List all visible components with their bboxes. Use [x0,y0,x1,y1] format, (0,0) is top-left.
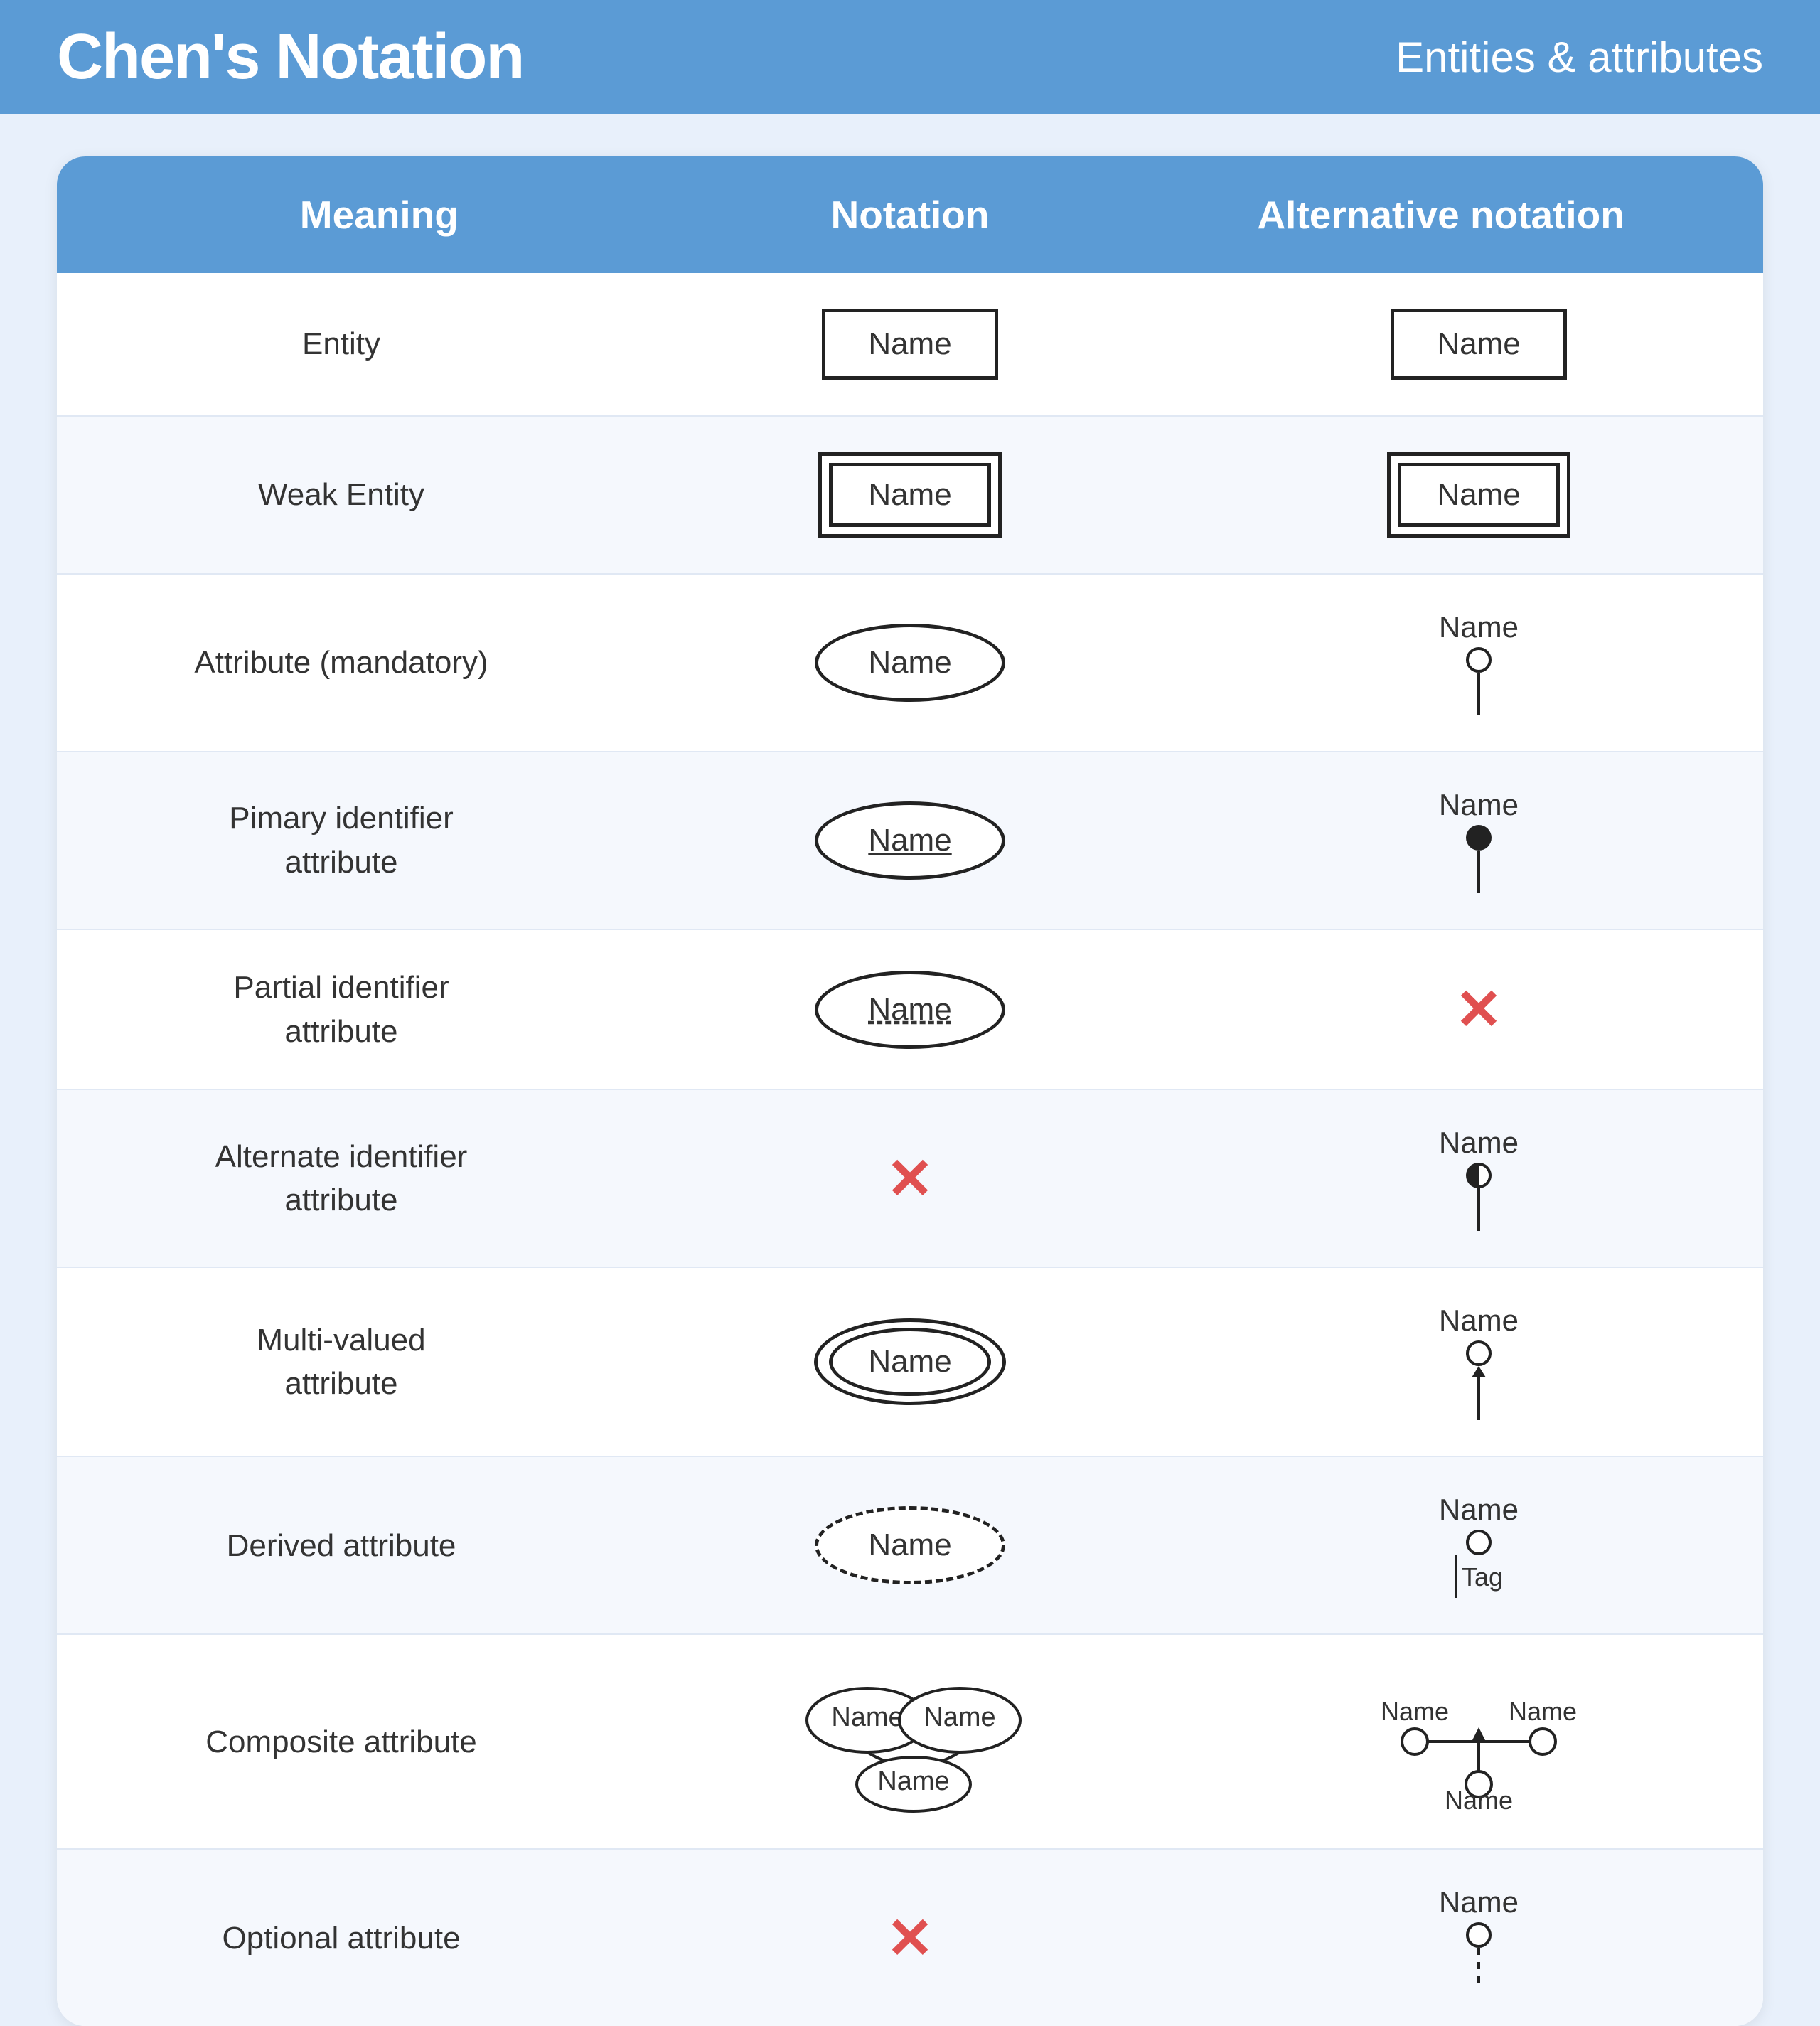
alt-label: Name [1439,1303,1519,1338]
col-meaning: Meaning [114,192,645,238]
table-row: Derived attribute Name Name Tag [57,1457,1763,1635]
ellipse-partial: Name [815,971,1005,1049]
vert-line [1455,1555,1457,1598]
circle-open-optional [1466,1922,1492,1948]
weak-entity-outer: Name [818,452,1001,538]
notation-derived: Name [626,1492,1194,1599]
notation-multival: Name [626,1304,1194,1419]
notation-optional: ✕ [626,1891,1194,1985]
alt-derived: Name Tag [1194,1478,1763,1612]
svg-text:Name: Name [877,1766,949,1796]
alt-label: Name [1439,1126,1519,1160]
alt-circle-dashed: Name [1439,1885,1519,1990]
table-row: Weak Entity Name Name [57,417,1763,575]
circle-open-derived [1466,1530,1492,1555]
ellipse-primary: Name [815,801,1005,880]
arrow-up [1472,1366,1486,1377]
alt-primary-id: Name [1194,774,1763,907]
vert-line [1477,673,1480,715]
meaning-composite: Composite attribute [57,1707,626,1776]
red-x-optional: ✕ [886,1905,933,1971]
svg-text:Name: Name [831,1702,903,1732]
red-x-alt-id: ✕ [886,1146,933,1212]
table-row: Composite attribute Name Name Name [57,1635,1763,1850]
alt-circle-arrow: Name [1439,1303,1519,1420]
alt-circle-open: Name [1439,610,1519,715]
table-row: Optional attribute ✕ Name [57,1850,1763,2026]
alt-attr-mandatory: Name [1194,596,1763,730]
page-header: Chen's Notation Entities & attributes [0,0,1820,114]
col-alt-notation: Alternative notation [1175,192,1706,238]
weak-entity-alt-outer: Name [1387,452,1570,538]
svg-text:Name: Name [1445,1786,1513,1813]
alt-composite: Name Name Name [1194,1656,1763,1827]
weak-entity-alt-inner: Name [1398,463,1559,527]
table-row: Alternate identifierattribute ✕ Name [57,1090,1763,1268]
meaning-optional: Optional attribute [57,1904,626,1973]
weak-entity-inner: Name [829,463,990,527]
notation-weak-entity: Name [626,438,1194,552]
notation-partial-id: Name [626,956,1194,1063]
composite-tree-svg: Name Name Name [1358,1670,1600,1813]
entity-box: Name [822,309,997,380]
meaning-multival: Multi-valuedattribute [57,1304,626,1420]
alt-notation-weak-entity: Name [1194,438,1763,552]
tag-label: Tag [1462,1562,1503,1592]
entity-box-alt: Name [1391,309,1566,380]
ellipse-mandatory: Name [815,624,1005,702]
alt-label: Name [1439,610,1519,644]
meaning-weak-entity: Weak Entity [57,460,626,529]
svg-text:Name: Name [1509,1697,1577,1726]
alt-circle-half: Name [1439,1126,1519,1231]
vert-line [1477,1188,1480,1231]
ellipse-dashed: Name [815,1506,1005,1584]
meaning-primary-id: Pimary identifierattribute [57,782,626,898]
alt-circle-filled: Name [1439,788,1519,893]
alt-multival: Name [1194,1289,1763,1434]
notation-entity: Name [626,294,1194,394]
alt-partial-id: ✕ [1194,962,1763,1057]
notation-primary-id: Name [626,787,1194,894]
alt-circle-tag: Name Tag [1439,1493,1519,1598]
main-table: Meaning Notation Alternative notation En… [57,156,1763,2026]
alt-label: Name [1439,1493,1519,1527]
vert-line [1477,851,1480,893]
meaning-attr-mandatory: Attribute (mandatory) [57,628,626,697]
notation-composite: Name Name Name [626,1656,1194,1827]
circle-filled [1466,825,1492,851]
alt-label: Name [1439,788,1519,822]
page-subtitle: Entities & attributes [1396,33,1763,82]
alt-alt-id: Name [1194,1111,1763,1245]
red-x-partial: ✕ [1455,976,1502,1043]
double-ellipse-inner: Name [829,1328,990,1396]
meaning-derived: Derived attribute [57,1511,626,1580]
table-row: Pimary identifierattribute Name Name [57,752,1763,930]
svg-text:Name: Name [1381,1697,1449,1726]
vert-line [1477,1377,1480,1420]
composite-svg: Name Name Name [789,1670,1031,1813]
vert-line-dashed [1477,1948,1480,1990]
circle-open [1466,647,1492,673]
svg-text:Name: Name [924,1702,995,1732]
underlined-name: Name [868,823,951,858]
meaning-entity: Entity [57,309,626,378]
circle-open-multival [1466,1340,1492,1366]
notation-alt-id: ✕ [626,1131,1194,1226]
table-row: Attribute (mandatory) Name Name [57,575,1763,752]
circle-half [1466,1163,1492,1188]
meaning-alt-id: Alternate identifierattribute [57,1121,626,1237]
double-ellipse-outer: Name [814,1318,1005,1405]
col-notation: Notation [645,192,1176,238]
page-title: Chen's Notation [57,21,523,94]
meaning-partial-id: Partial identifierattribute [57,951,626,1067]
alt-notation-entity: Name [1194,294,1763,394]
table-header: Meaning Notation Alternative notation [57,156,1763,273]
table-row: Partial identifierattribute Name ✕ [57,930,1763,1090]
alt-label: Name [1439,1885,1519,1919]
notation-attr-mandatory: Name [626,609,1194,716]
alt-optional: Name [1194,1871,1763,2005]
dashed-underline-name: Name [868,992,951,1027]
table-row: Multi-valuedattribute Name Name [57,1268,1763,1457]
table-row: Entity Name Name [57,273,1763,417]
